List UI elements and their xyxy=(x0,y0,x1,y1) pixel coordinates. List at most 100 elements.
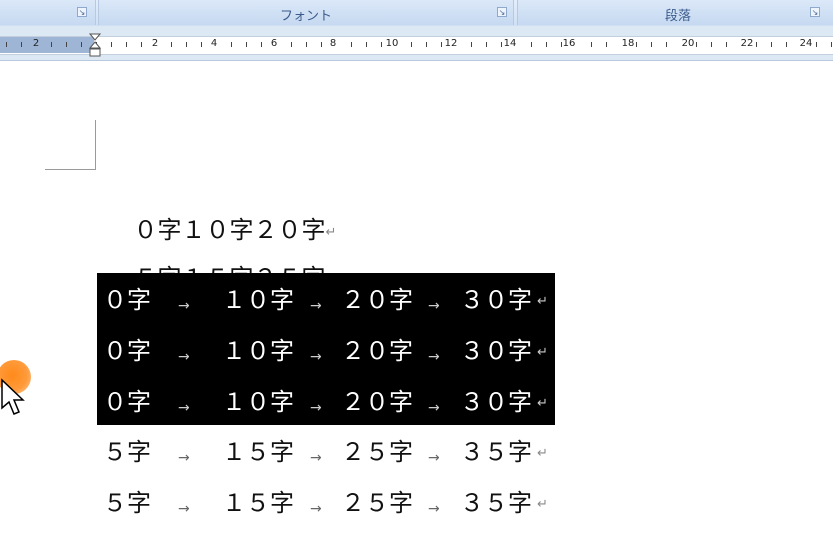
ruler-tick xyxy=(486,42,487,47)
ruler-tick xyxy=(351,42,352,47)
ruler-number: 16 xyxy=(562,38,576,49)
ruler-tick xyxy=(531,42,532,47)
tab-mark: → xyxy=(178,400,190,416)
ruler-tick xyxy=(246,42,247,47)
line-segment: ３５字 xyxy=(460,438,532,466)
ruler-tick xyxy=(66,42,67,47)
ruler-tick xyxy=(366,42,367,47)
line-segment: １５字 xyxy=(222,489,294,517)
selected-line: ０字 １０字 ２０字 ３０字 → → → ↵ xyxy=(0,285,833,315)
line-segment: １０字 xyxy=(222,337,294,365)
ruler-tick xyxy=(441,42,442,47)
ruler-tick xyxy=(636,42,637,47)
ruler-tick xyxy=(51,42,52,47)
line-segment: ５字 xyxy=(103,489,151,517)
ruler-tick xyxy=(126,42,127,47)
ruler-number: 6 xyxy=(270,38,278,49)
ruler-tick xyxy=(696,42,697,47)
ruler-tick xyxy=(21,42,22,47)
line-segment: ３５字 xyxy=(460,489,532,517)
ruler-tick xyxy=(321,42,322,47)
ruler-number: 14 xyxy=(503,38,517,49)
ribbon-group-strip: ↘ フォント ↘ 段落 ↘ xyxy=(0,0,833,27)
ruler-tick xyxy=(756,42,757,47)
tab-mark: → xyxy=(428,450,440,466)
paragraph-mark: ↵ xyxy=(537,446,548,461)
ruler-number: 20 xyxy=(681,38,695,49)
ruler-tick xyxy=(381,42,382,47)
selected-line: ０字 １０字 ２０字 ３０字 → → → ↵ xyxy=(0,336,833,366)
ruler-tick xyxy=(201,42,202,47)
tab-mark: → xyxy=(428,501,440,517)
ruler-tick xyxy=(666,42,667,47)
paragraph-mark: ↵ xyxy=(537,345,548,360)
tab-mark: → xyxy=(178,298,190,314)
ruler-number: 24 xyxy=(799,38,813,49)
line-segment: ３０字 xyxy=(460,388,532,416)
tab-mark: → xyxy=(428,298,440,314)
line-segment: ０字 xyxy=(103,337,151,365)
page-corner-mark-vertical xyxy=(95,120,96,170)
paragraph-mark: ↵ xyxy=(537,497,548,512)
ruler-tick xyxy=(141,42,142,47)
line-segment: １５字 xyxy=(222,438,294,466)
font-dialog-launcher-icon[interactable]: ↘ xyxy=(497,7,507,17)
line-segment: １０字 xyxy=(222,286,294,314)
ruler-tick xyxy=(726,42,727,47)
paragraph-mark: ↵ xyxy=(537,396,548,411)
paragraph-mark: ↵ xyxy=(537,294,548,309)
document-line: ０字１０字２０字↵ xyxy=(103,185,337,244)
ruler-number: 2 xyxy=(151,38,159,49)
ruler-tick xyxy=(711,42,712,47)
ruler-number: 12 xyxy=(444,38,458,49)
ruler-tick xyxy=(411,42,412,47)
tab-mark: → xyxy=(428,349,440,365)
line-segment: ３０字 xyxy=(460,286,532,314)
ruler-number: 8 xyxy=(329,38,337,49)
ribbon-group-paragraph-label: 段落 xyxy=(664,9,691,24)
ribbon-group-previous: ↘ xyxy=(0,0,96,25)
ruler-tick xyxy=(261,42,262,47)
line-segment: ２０字 xyxy=(341,388,413,416)
tab-mark: → xyxy=(310,501,322,517)
ruler-number: 22 xyxy=(740,38,754,49)
line-segment: １０字 xyxy=(222,388,294,416)
ruler-number: 2 xyxy=(32,38,40,49)
tab-mark: → xyxy=(310,400,322,416)
horizontal-ruler[interactable] xyxy=(0,36,833,55)
tab-mark: → xyxy=(178,349,190,365)
indent-marker-icon[interactable] xyxy=(89,33,101,59)
ruler-tick xyxy=(651,42,652,47)
ruler-tick xyxy=(6,42,7,47)
ruler-tick xyxy=(186,42,187,47)
ruler-tick xyxy=(816,42,817,47)
document-line: ５字 １５字 ２５字 ３５字 → → → ↵ xyxy=(0,488,833,518)
ruler-tick xyxy=(471,42,472,47)
document-line: ５字１５字２５字↵ xyxy=(103,233,337,292)
ruler-tick xyxy=(306,42,307,47)
page-corner-mark-horizontal xyxy=(45,169,96,170)
ruler-tick xyxy=(771,42,772,47)
tab-mark: → xyxy=(310,349,322,365)
line-segment: ３０字 xyxy=(460,337,532,365)
tab-mark: → xyxy=(428,400,440,416)
ruler-tick xyxy=(831,42,832,47)
ruler-tick xyxy=(171,42,172,47)
ribbon-group-paragraph: 段落 ↘ xyxy=(517,0,833,25)
line-segment: ２５字 xyxy=(341,438,413,466)
ruler-tick xyxy=(501,42,502,47)
dialog-launcher-icon[interactable]: ↘ xyxy=(77,7,87,17)
mouse-pointer-icon xyxy=(1,378,25,415)
ruler-tick xyxy=(291,42,292,47)
ruler-number: 4 xyxy=(210,38,218,49)
ruler-tick xyxy=(561,42,562,47)
paragraph-dialog-launcher-icon[interactable]: ↘ xyxy=(810,7,820,17)
tab-mark: → xyxy=(310,450,322,466)
ruler-number: 18 xyxy=(621,38,635,49)
line-segment: ２５字 xyxy=(341,489,413,517)
ruler-tick xyxy=(606,42,607,47)
ruler-tick xyxy=(111,42,112,47)
line-segment: ２０字 xyxy=(341,286,413,314)
ribbon-group-font: フォント ↘ xyxy=(98,0,514,25)
ruler-tick xyxy=(546,42,547,47)
